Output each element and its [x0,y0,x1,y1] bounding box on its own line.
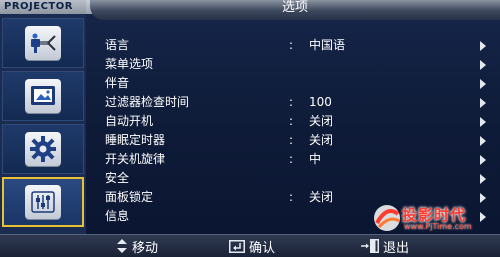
menu-item-label: 睡眠定时器 [105,133,166,147]
menu-item-value: 关闭 [309,114,334,128]
projector-logo-icon [374,205,400,231]
bottom-hint-bar: 移动 确认 退出 [0,234,500,257]
pjtime-watermark: 投影时代 www.PjTime.com [372,202,496,234]
arrow-right-icon [480,60,486,70]
picture-tab[interactable] [2,71,84,121]
hint-move: 移动 [116,235,158,257]
arrow-right-icon [480,79,486,89]
menu-item-language[interactable]: 语言 : 中国语 [88,36,500,55]
hint-move-label: 移动 [132,240,159,256]
arrow-right-icon [480,98,486,108]
arrow-right-icon [480,174,486,184]
menu-item-power-melody[interactable]: 开关机旋律 : 中 [88,150,500,169]
menu-item-label: 伴音 [105,76,130,90]
menu-item-value: 关闭 [309,133,334,147]
menu-item-label: 信息 [105,209,130,223]
menu-item-separator: : [289,152,294,166]
menu-item-label: 自动开机 [105,114,154,128]
hint-confirm: 确认 [229,235,275,257]
menu-item-label: 语言 [105,38,130,52]
gear-icon [25,132,61,166]
input-tab[interactable] [2,18,84,68]
menu-item-sound[interactable]: 伴音 [88,74,500,93]
menu-title: 选项 [90,0,500,20]
menu-item-auto-power-on[interactable]: 自动开机 : 关闭 [88,112,500,131]
hint-exit: 退出 [361,235,409,257]
enter-key-icon [229,239,245,253]
hint-exit-label: 退出 [383,240,410,256]
projector-osd: PROJECTOR 选项 语言: 中国语 菜单选项 伴音 过滤器检查时间: … [0,0,500,257]
plug-connector-icon [25,26,61,60]
menu-item-sleep-timer[interactable]: 睡眠定时器 : 关闭 [88,131,500,150]
menu-item-security[interactable]: 安全 [88,169,500,188]
options-tab[interactable] [2,177,84,227]
menu-item-label: 安全 [105,171,130,185]
menu-item-label: 菜单选项 [105,57,154,71]
arrow-right-icon [480,136,486,146]
menu-item-separator: : [289,190,294,204]
menu-item-value: 中 [309,152,322,166]
menu-item-filter-check-time[interactable]: 过滤器检查时间 : 100 [88,93,500,112]
up-down-arrows-icon [116,239,128,253]
menu-item-label: 面板锁定 [105,190,154,204]
menu-item-label: 开关机旋律 [105,152,166,166]
picture-frame-icon [25,79,61,113]
menu-item-value: 100 [309,95,332,109]
watermark-url: www.PjTime.com [404,222,472,231]
menu-item-separator: : [289,133,294,147]
setup-tab[interactable] [2,124,84,174]
menu-item-label: 过滤器检查时间 [105,95,190,109]
menu-item-menu-options[interactable]: 菜单选项 [88,55,500,74]
arrow-right-icon [480,41,486,51]
menu-item-value: 中国语 [309,38,346,52]
menu-item-separator: : [289,114,294,128]
arrow-right-icon [480,117,486,127]
menu-item-separator: : [289,38,294,52]
sidebar [0,14,86,234]
sliders-icon [25,185,61,219]
hint-confirm-label: 确认 [249,240,276,256]
brand-label: PROJECTOR [0,0,86,14]
arrow-right-icon [480,155,486,165]
menu-item-separator: : [289,95,294,109]
exit-door-icon [361,239,379,253]
menu-item-value: 关闭 [309,190,334,204]
